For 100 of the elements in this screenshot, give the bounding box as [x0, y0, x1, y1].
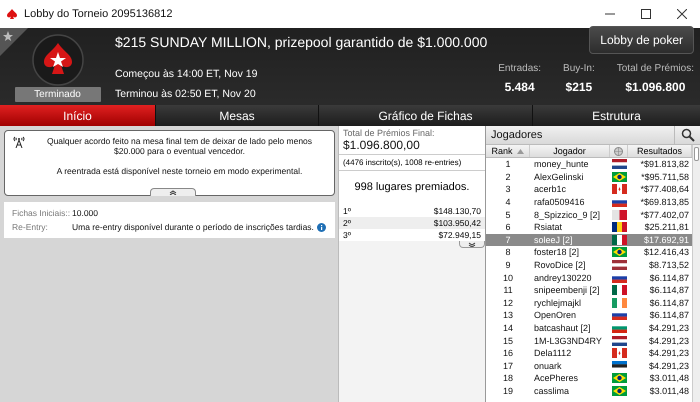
rank-text: 16 [502, 348, 514, 358]
column-header[interactable]: Resultados [636, 146, 682, 156]
player-row[interactable]: 10 andrey130220 $6.114,87 [486, 271, 692, 284]
flag-icon [612, 285, 626, 296]
flag-icon [612, 234, 626, 245]
player-name: AlexGelinski [533, 172, 585, 182]
result-text: $4.291,23 [648, 360, 690, 371]
player-row[interactable]: 1 money_hunte *$91.813,82 [486, 158, 692, 171]
player-name: AcePheres [533, 373, 580, 384]
scrollbar[interactable] [692, 145, 700, 402]
place-prize: $103.950,42 [434, 218, 481, 228]
end-time: Terminou às 02:50 ET, Nov 20 [115, 88, 257, 100]
rank-text: 11 [502, 285, 514, 296]
result-text: *$95.711,58 [640, 172, 690, 182]
info-value: 10.000 [72, 208, 98, 218]
maximize-icon [641, 9, 651, 19]
tab[interactable]: Estrutura [533, 105, 700, 126]
player-name: onuark [533, 360, 563, 371]
result-text: $4.291,23 [648, 348, 690, 358]
player-name: 1M-L3G3ND4RY [533, 336, 603, 346]
player-row[interactable]: 16 Dela1112 $4.291,23 [486, 346, 692, 360]
collapse-button[interactable] [150, 188, 196, 196]
player-name: acerb1c [533, 184, 568, 194]
stat-label: Entradas: [498, 63, 542, 74]
info-label: Re-Entry: [12, 222, 49, 232]
player-name: Dela1112 [533, 348, 572, 358]
place-rank: 3º [343, 230, 351, 240]
flag-icon [612, 298, 626, 308]
flag-icon [612, 172, 626, 182]
place-prize: $148.130,70 [434, 206, 481, 216]
player-row[interactable]: 4 rafa0509416 *$69.813,85 [486, 196, 692, 208]
player-row[interactable]: 12 rychlejmajkl $6.114,87 [486, 296, 692, 310]
rank-text: 18 [502, 373, 514, 384]
player-name: rychlejmajkl [533, 298, 582, 308]
player-row[interactable]: 14 batcashaut [2] $4.291,23 [486, 322, 692, 334]
flag-icon [612, 210, 626, 220]
info-label: Fichas Iniciais:: [12, 208, 72, 218]
stat-value: $1.096.800 [625, 80, 686, 94]
flag-icon [612, 159, 626, 170]
rank-text: 8 [504, 247, 512, 258]
tab[interactable]: Início [0, 105, 155, 126]
player-row[interactable]: 17 onuark $4.291,23 [486, 360, 692, 372]
player-name: Rsiatat [533, 222, 564, 232]
stat-value: $215 [566, 80, 592, 94]
rank-text: 1 [504, 159, 512, 170]
rank-text: 9 [504, 260, 512, 270]
flag-icon [612, 336, 626, 346]
globe-icon[interactable] [614, 146, 623, 156]
player-name: money_hunte [533, 159, 590, 170]
place-rank: 2º [343, 218, 351, 228]
expand-button[interactable] [459, 241, 485, 248]
flag-icon [612, 184, 626, 194]
result-text: $3.011,48 [648, 386, 690, 396]
paid-places-text: 998 lugares premiados. [339, 171, 485, 205]
result-text: $6.114,87 [648, 298, 690, 308]
stat-value: 5.484 [504, 80, 535, 94]
result-text: *$91.813,82 [639, 159, 690, 170]
rank-text: 4 [504, 197, 512, 208]
place-prize: $72.949,15 [438, 230, 481, 240]
tab[interactable]: Gráfico de Fichas [319, 105, 532, 126]
rank-text: 14 [502, 323, 514, 334]
rank-text: 13 [502, 310, 514, 320]
player-row[interactable]: 15 1M-L3G3ND4RY $4.291,23 [486, 334, 692, 347]
player-name: casslima [533, 386, 570, 396]
player-row[interactable]: 3 acerb1c *$77.408,64 [486, 183, 692, 196]
player-name: rafa0509416 [533, 197, 586, 208]
flag-icon [612, 260, 626, 270]
lobby-button[interactable]: Lobby de poker [589, 26, 694, 54]
column-header[interactable]: Rank [491, 146, 512, 156]
player-row[interactable]: 6 Rsiatat $25.211,81 [486, 220, 692, 234]
stat-label: Buy-In: [563, 63, 595, 74]
player-row[interactable]: 5 8_Spizzico_9 [2] *$77.402,07 [486, 208, 692, 221]
rank-text: 10 [502, 272, 514, 283]
info-icon[interactable] [316, 222, 326, 232]
column-header[interactable]: Jogador [553, 146, 586, 156]
player-row[interactable]: 18 AcePheres $3.011,48 [486, 372, 692, 385]
result-text: *$77.408,64 [639, 184, 690, 194]
player-row[interactable]: 19 casslima $3.011,48 [486, 384, 692, 398]
player-row[interactable]: 13 OpenOren $6.114,87 [486, 309, 692, 322]
player-row[interactable]: 8 foster18 [2] $12.416,43 [486, 246, 692, 259]
info-value: Uma re-entry disponível durante o período de inscrições tardias. [72, 222, 314, 232]
notice-text: Qualquer acordo feito na mesa final tem de deixar de lado pelo menos $20.000 para o eventual vencedor. [46, 136, 314, 156]
favorite-star-icon[interactable] [0, 28, 28, 56]
player-row[interactable]: 9 RovoDice [2] $8.713,52 [486, 258, 692, 272]
rank-text: 19 [502, 386, 514, 396]
player-row[interactable]: 11 snipeembenji [2] $6.114,87 [486, 284, 692, 297]
player-name: foster18 [2] [533, 247, 580, 258]
result-text: $6.114,87 [648, 272, 690, 283]
player-name: batcashaut [2] [533, 323, 592, 334]
rank-text: 15 [502, 336, 514, 346]
player-name: soleeJ [2] [533, 234, 574, 245]
player-name: snipeembenji [2] [533, 285, 601, 296]
player-name: andrey130220 [533, 272, 593, 283]
player-row[interactable]: 2 AlexGelinski *$95.711,58 [486, 170, 692, 184]
flag-icon [612, 348, 626, 358]
result-text: $6.114,87 [648, 310, 690, 320]
rank-text: 12 [502, 298, 514, 308]
flag-icon [612, 222, 626, 232]
tab[interactable]: Mesas [156, 105, 318, 126]
rank-text: 7 [504, 234, 512, 245]
